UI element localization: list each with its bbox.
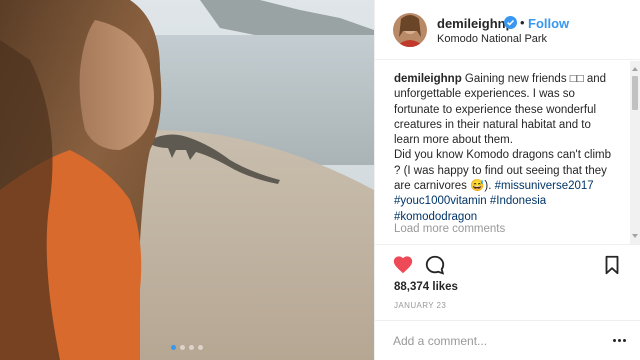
scroll-thumb[interactable] (632, 76, 638, 110)
hashtag-link[interactable]: #komododragon (394, 211, 477, 223)
carousel-dot[interactable] (189, 345, 194, 350)
scroll-down-arrow-icon[interactable] (632, 234, 638, 238)
comment-icon[interactable] (424, 254, 446, 276)
caption-username[interactable]: demileighnp (394, 73, 462, 85)
location-link[interactable]: Komodo National Park (437, 33, 547, 45)
likes-count[interactable]: 88,374 likes (394, 281, 458, 293)
post-sidebar: demileighnp • Follow Komodo National Par… (374, 0, 640, 360)
carousel-dot[interactable] (180, 345, 185, 350)
hashtag-link[interactable]: #missuniverse2017 (495, 180, 594, 192)
post-photo[interactable] (0, 0, 374, 360)
more-options-icon[interactable] (613, 339, 627, 343)
carousel-indicator (0, 345, 374, 350)
post-date[interactable]: JANUARY 23 (394, 301, 446, 310)
photo-image (0, 0, 374, 360)
comments-scrollbar[interactable] (630, 61, 640, 244)
follow-button[interactable]: Follow (528, 16, 569, 31)
carousel-dot[interactable] (198, 345, 203, 350)
post-caption: demileighnp Gaining new friends □□ and u… (394, 72, 619, 225)
bookmark-icon[interactable] (601, 254, 623, 276)
avatar[interactable] (393, 13, 427, 47)
heart-icon[interactable] (392, 254, 414, 276)
post-header: demileighnp • Follow Komodo National Par… (375, 0, 640, 60)
username-link[interactable]: demileighnp (437, 16, 514, 31)
hashtag-link[interactable]: #youc1000vitamin (394, 195, 487, 207)
scroll-up-arrow-icon[interactable] (632, 67, 638, 71)
comments-section: demileighnp Gaining new friends □□ and u… (375, 61, 640, 244)
comment-input[interactable] (393, 331, 603, 351)
verified-badge-icon (504, 16, 517, 29)
post-actions (375, 244, 640, 284)
carousel-dot[interactable] (171, 345, 176, 350)
add-comment-bar (375, 320, 640, 360)
follow-separator: • (520, 15, 525, 30)
hashtag-link[interactable]: #Indonesia (490, 195, 546, 207)
load-more-comments-button[interactable]: Load more comments (394, 223, 505, 235)
